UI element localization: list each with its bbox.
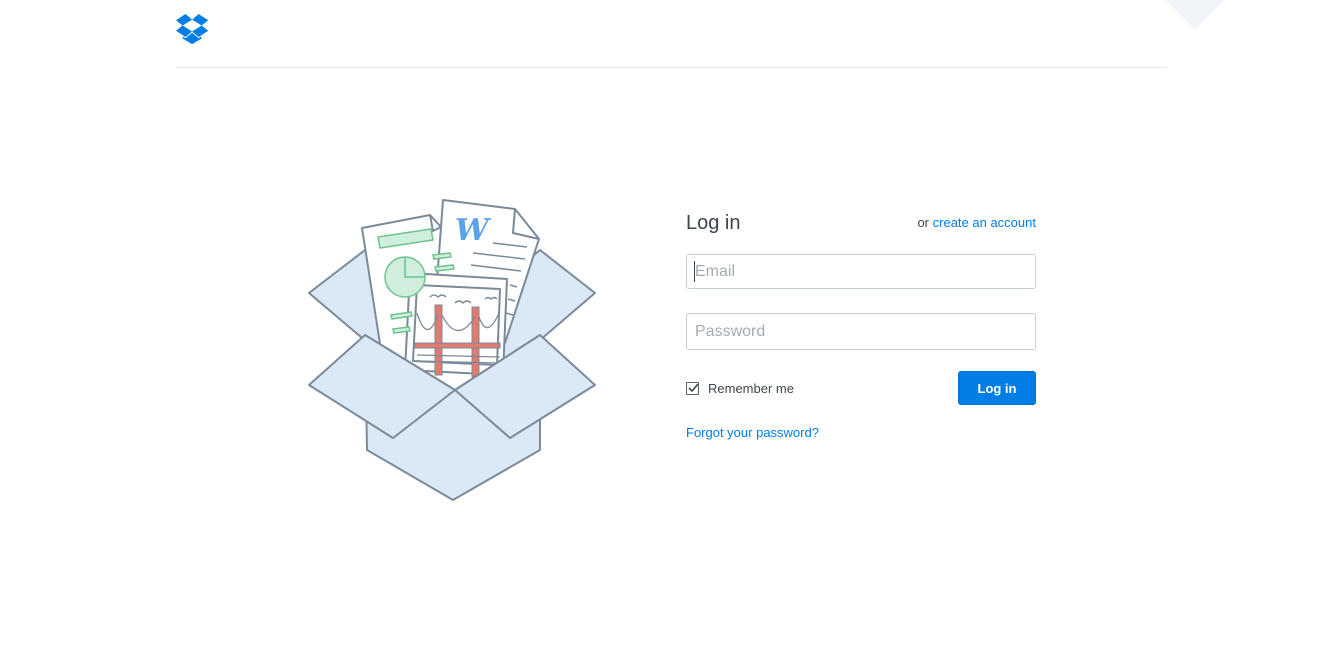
forgot-password-link[interactable]: Forgot your password? <box>686 424 819 442</box>
word-doc-letter: W <box>455 213 492 248</box>
text-cursor <box>694 261 695 282</box>
create-account-link[interactable]: create an account <box>933 215 1036 230</box>
login-page: W Log in or create an account Email Reme… <box>0 0 1335 651</box>
background-decoration <box>1165 0 1225 30</box>
login-button[interactable]: Log in <box>958 371 1036 405</box>
open-box-with-documents-illustration: W <box>308 199 596 501</box>
or-text: or <box>917 215 930 230</box>
page-title: Log in <box>686 212 741 234</box>
remember-me-label: Remember me <box>708 380 794 396</box>
dropbox-logo-icon[interactable] <box>176 14 214 48</box>
remember-me-option[interactable]: Remember me <box>686 380 794 396</box>
create-account-prompt: or create an account <box>917 214 1036 232</box>
checkmark-icon <box>688 382 699 392</box>
header-divider <box>176 67 1167 68</box>
password-field[interactable] <box>686 313 1036 350</box>
remember-me-checkbox[interactable] <box>686 381 699 395</box>
email-field[interactable] <box>686 254 1036 289</box>
